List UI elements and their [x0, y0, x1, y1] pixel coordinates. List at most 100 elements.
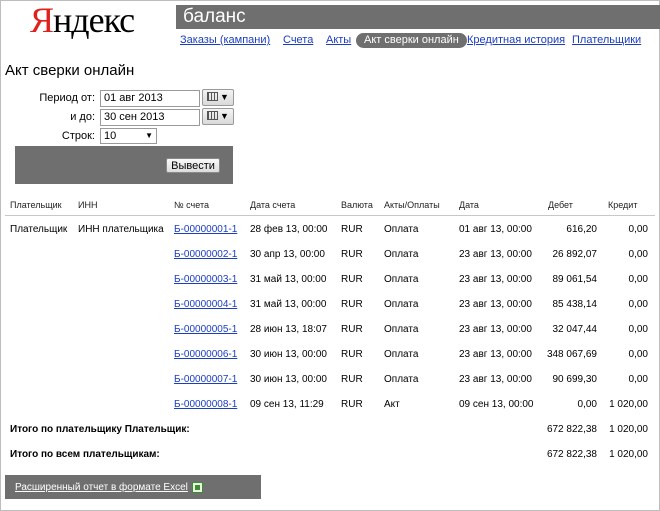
credit: 0,00: [628, 249, 648, 260]
col-header-debit: Дебет: [548, 200, 573, 210]
rows-label: Строк:: [61, 130, 95, 142]
currency: RUR: [341, 274, 363, 285]
operation-date: 23 авг 13, 00:00: [459, 374, 532, 385]
invoice-date: 09 сен 13, 11:29: [250, 399, 324, 410]
currency: RUR: [341, 399, 363, 410]
total-payer-label: Итого по плательщику Плательщик:: [10, 424, 190, 435]
col-header-currency: Валюта: [341, 200, 373, 210]
operation-date: 01 авг 13, 00:00: [459, 224, 532, 235]
currency: RUR: [341, 299, 363, 310]
invoice-link[interactable]: Б-00000005-1: [174, 324, 237, 335]
period-to-label: и до:: [70, 111, 95, 123]
invoice-link[interactable]: Б-00000001-1: [174, 224, 237, 235]
col-header-invoice: № счета: [174, 200, 209, 210]
invoice-date: 28 июн 13, 18:07: [250, 324, 327, 335]
total-all-credit: 1 020,00: [609, 449, 648, 460]
tab-reconciliation-online[interactable]: Акт сверки онлайн: [356, 33, 467, 48]
credit: 0,00: [628, 274, 648, 285]
currency: RUR: [341, 224, 363, 235]
calendar-grid-icon: [207, 111, 219, 120]
invoice-date: 31 май 13, 00:00: [250, 274, 327, 285]
debit: 85 438,14: [552, 299, 598, 310]
invoice-link[interactable]: Б-00000007-1: [174, 374, 237, 385]
excel-export-link[interactable]: Расширенный отчет в формате Excel: [15, 482, 188, 493]
submit-panel: Вывести: [15, 146, 233, 184]
invoice-date: 31 май 13, 00:00: [250, 299, 327, 310]
invoice-link[interactable]: Б-00000002-1: [174, 249, 237, 260]
period-from-field[interactable]: 01 авг 2013: [100, 90, 200, 107]
col-header-credit: Кредит: [608, 200, 638, 210]
debit: 0,00: [577, 399, 597, 410]
period-from-label: Период от:: [39, 92, 95, 104]
operation-type: Оплата: [384, 374, 419, 385]
payer-inn: ИНН плательщика: [78, 224, 164, 235]
debit: 348 067,69: [546, 349, 597, 360]
chevron-down-icon: ▼: [145, 131, 153, 140]
total-payer-debit: 672 822,38: [546, 424, 597, 435]
operation-date: 23 авг 13, 00:00: [459, 349, 532, 360]
credit: 0,00: [628, 324, 648, 335]
credit: 0,00: [628, 299, 648, 310]
invoice-link[interactable]: Б-00000004-1: [174, 299, 237, 310]
excel-export-panel: Расширенный отчет в формате Excel: [5, 475, 261, 499]
invoice-link[interactable]: Б-00000006-1: [174, 349, 237, 360]
operation-date: 23 авг 13, 00:00: [459, 299, 532, 310]
total-payer-credit: 1 020,00: [609, 424, 648, 435]
credit: 0,00: [628, 374, 648, 385]
total-all-label: Итого по всем плательщикам:: [10, 449, 160, 460]
col-header-payer: Плательщик: [10, 200, 62, 210]
invoice-link[interactable]: Б-00000008-1: [174, 399, 237, 410]
chevron-down-icon: ▼: [220, 92, 229, 102]
col-header-date: Дата: [459, 200, 479, 210]
invoice-date: 30 апр 13, 00:00: [250, 249, 325, 260]
yandex-logo[interactable]: Яндекс: [30, 0, 135, 40]
operation-type: Оплата: [384, 249, 419, 260]
total-all-debit: 672 822,38: [546, 449, 597, 460]
tab-acts[interactable]: Акты: [326, 33, 351, 48]
search-bar[interactable]: баланс: [176, 5, 660, 29]
search-query[interactable]: баланс: [183, 6, 246, 28]
page-title: Акт сверки онлайн: [5, 62, 135, 79]
col-header-inn: ИНН: [78, 200, 98, 210]
credit: 0,00: [628, 349, 648, 360]
logo-first-letter: Я: [30, 0, 54, 40]
operation-type: Оплата: [384, 299, 419, 310]
operation-date: 23 авг 13, 00:00: [459, 274, 532, 285]
tab-credit-history[interactable]: Кредитная история: [467, 33, 565, 48]
tab-orders[interactable]: Заказы (кампани): [180, 33, 270, 48]
credit: 0,00: [628, 224, 648, 235]
debit: 90 699,30: [552, 374, 598, 385]
period-to-calendar-button[interactable]: ▼: [202, 108, 234, 125]
period-from-calendar-button[interactable]: ▼: [202, 89, 234, 106]
payer-name: Плательщик: [10, 224, 68, 235]
debit: 616,20: [566, 224, 597, 235]
tab-payers[interactable]: Плательщики: [572, 33, 641, 48]
operation-type: Акт: [384, 399, 400, 410]
submit-button[interactable]: Вывести: [166, 158, 220, 173]
operation-type: Оплата: [384, 349, 419, 360]
currency: RUR: [341, 249, 363, 260]
chevron-down-icon: ▼: [220, 111, 229, 121]
invoice-link[interactable]: Б-00000003-1: [174, 274, 237, 285]
operation-date: 09 сен 13, 00:00: [459, 399, 534, 410]
operation-date: 23 авг 13, 00:00: [459, 324, 532, 335]
invoice-date: 30 июн 13, 00:00: [250, 374, 327, 385]
debit: 26 892,07: [552, 249, 598, 260]
header-divider: [5, 215, 655, 216]
excel-file-icon[interactable]: [192, 482, 203, 493]
invoice-date: 28 фев 13, 00:00: [250, 224, 328, 235]
col-header-acts-payments: Акты/Оплаты: [384, 200, 440, 210]
currency: RUR: [341, 349, 363, 360]
credit: 1 020,00: [609, 399, 648, 410]
period-to-field[interactable]: 30 сен 2013: [100, 109, 200, 126]
calendar-grid-icon: [207, 92, 219, 101]
debit: 32 047,44: [552, 324, 598, 335]
tab-invoices[interactable]: Счета: [283, 33, 313, 48]
invoice-date: 30 июн 13, 00:00: [250, 349, 327, 360]
operation-type: Оплата: [384, 324, 419, 335]
operation-type: Оплата: [384, 274, 419, 285]
col-header-invoice-date: Дата счета: [250, 200, 296, 210]
debit: 89 061,54: [552, 274, 598, 285]
currency: RUR: [341, 324, 363, 335]
rows-select[interactable]: 10 ▼: [100, 128, 157, 144]
